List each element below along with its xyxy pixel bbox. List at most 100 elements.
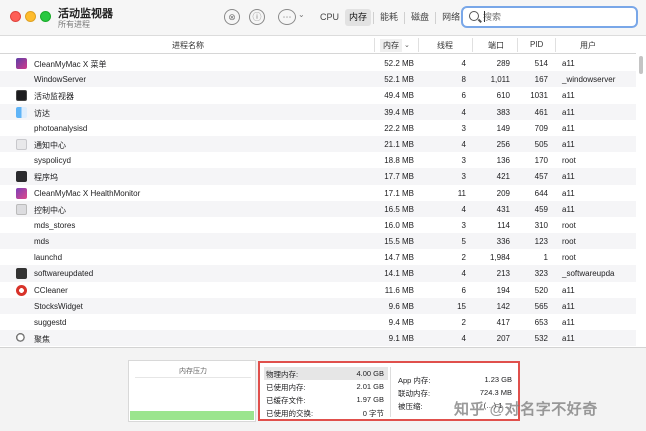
user-cell: a11	[562, 91, 575, 101]
table-row[interactable]: WindowServer 52.1 MB 8 1,011 167 _windowserve…	[0, 71, 636, 88]
stop-process-icon[interactable]: ⊗	[224, 9, 240, 25]
threads-cell: 6	[461, 91, 466, 101]
pid-cell: 310	[534, 220, 548, 230]
table-row[interactable]: 控制中心 16.5 MB 4 431 459 a11	[0, 200, 636, 217]
dock-icon	[16, 171, 27, 183]
column-divider[interactable]	[555, 38, 556, 52]
search-field[interactable]	[461, 6, 638, 28]
table-row[interactable]: suggestd 9.4 MB 2 417 653 a11	[0, 314, 636, 330]
process-name-cell: mds	[34, 237, 50, 247]
pid-cell: 514	[534, 59, 548, 68]
memory-cell: 14.7 MB	[384, 253, 414, 263]
memory-cell: 39.4 MB	[384, 107, 414, 117]
vertical-scrollbar[interactable]	[638, 54, 644, 346]
table-row[interactable]: syspolicyd 18.8 MB 3 136 170 root	[0, 152, 636, 168]
stat-label: 被压缩:	[398, 402, 423, 411]
pid-cell: 459	[534, 204, 548, 214]
memory-cell: 52.1 MB	[384, 75, 414, 85]
ports-cell: 213	[496, 269, 510, 279]
memory-cell: 15.5 MB	[384, 237, 414, 247]
user-cell: a11	[562, 139, 575, 149]
threads-cell: 3	[461, 156, 466, 166]
ports-cell: 1,984	[489, 253, 510, 263]
pid-cell: 520	[534, 285, 548, 295]
table-row[interactable]: 通知中心 21.1 MB 4 256 505 a11	[0, 135, 636, 153]
column-divider[interactable]	[374, 38, 375, 52]
softwareupdated-icon	[16, 268, 27, 280]
table-row[interactable]: launchd 14.7 MB 2 1,984 1 root	[0, 249, 636, 265]
threads-cell: 3	[461, 220, 466, 230]
column-header-user[interactable]: 用户	[580, 40, 596, 51]
control-center-icon	[16, 203, 27, 215]
user-cell: a11	[562, 172, 575, 182]
stat-value: 1.97 GB	[356, 395, 384, 404]
column-header-threads[interactable]: 线程	[437, 40, 453, 51]
memory-cell: 22.2 MB	[384, 123, 414, 133]
user-cell: a11	[562, 107, 575, 117]
pid-cell: 1	[543, 253, 548, 263]
spotlight-icon	[16, 333, 27, 345]
scrollbar-thumb[interactable]	[639, 56, 643, 74]
stat-value: 724.3 MB	[479, 388, 512, 397]
close-window-button[interactable]	[10, 11, 21, 22]
memory-pressure-bar	[130, 411, 254, 420]
ccleaner-icon	[16, 284, 27, 296]
chevron-down-icon[interactable]: ⌄	[298, 10, 305, 19]
memory-pressure-title: 内存压力	[179, 368, 207, 375]
process-name-cell: CleanMyMac X HealthMonitor	[34, 188, 141, 198]
stat-row-swap-used: 已使用的交换: 0 字节	[264, 406, 388, 419]
ports-cell: 417	[496, 318, 510, 327]
table-row[interactable]: 访达 39.4 MB 4 383 461 a11	[0, 103, 636, 120]
tab-disk[interactable]: 磁盘	[407, 9, 433, 26]
table-row[interactable]: 聚焦 9.1 MB 4 207 532 a11	[0, 330, 636, 346]
threads-cell: 4	[461, 269, 466, 279]
user-cell: root	[562, 156, 576, 166]
pid-cell: 461	[534, 107, 548, 117]
column-header-memory[interactable]: 内存	[380, 39, 402, 52]
table-row[interactable]: 活动监视器 49.4 MB 6 610 1031 a11	[0, 87, 636, 103]
memory-cell: 18.8 MB	[384, 156, 414, 166]
table-row[interactable]: CleanMyMac X 菜单 52.2 MB 4 289 514 a11	[0, 55, 636, 71]
pid-cell: 123	[534, 237, 548, 247]
column-header-ports[interactable]: 端口	[488, 40, 504, 51]
column-divider[interactable]	[517, 38, 518, 52]
memory-cell: 11.6 MB	[384, 285, 414, 295]
memory-cell: 16.0 MB	[384, 220, 414, 230]
more-options-icon[interactable]: ⋯	[278, 9, 296, 25]
column-header-name[interactable]: 进程名称	[172, 40, 204, 51]
threads-cell: 4	[461, 107, 466, 117]
threads-cell: 4	[461, 204, 466, 214]
table-row[interactable]: CleanMyMac X HealthMonitor 17.1 MB 11 209 64…	[0, 185, 636, 201]
user-cell: a11	[562, 59, 575, 68]
minimize-window-button[interactable]	[25, 11, 36, 22]
tab-energy[interactable]: 能耗	[376, 9, 402, 26]
column-divider[interactable]	[472, 38, 473, 52]
table-row[interactable]: CCleaner 11.6 MB 6 194 520 a11	[0, 282, 636, 298]
process-name-cell: mds_stores	[34, 220, 76, 230]
zoom-window-button[interactable]	[40, 11, 51, 22]
info-icon[interactable]: ⓘ	[249, 9, 265, 25]
toolbar: 活动监视器 所有进程 ⊗ ⓘ ⋯ ⌄ CPU 内存 能耗 磁盘 网络	[0, 0, 646, 36]
table-row[interactable]: mds_stores 16.0 MB 3 114 310 root	[0, 217, 636, 233]
table-row[interactable]: StocksWidget 9.6 MB 15 142 565 a11	[0, 297, 636, 314]
threads-cell: 15	[457, 301, 466, 311]
table-row[interactable]: softwareupdated 14.1 MB 4 213 323 _softwareup…	[0, 265, 636, 282]
process-name-cell: 通知中心	[34, 140, 66, 150]
user-cell: _softwareupda	[562, 269, 615, 279]
column-header-pid[interactable]: PID	[530, 40, 543, 49]
tab-cpu[interactable]: CPU	[316, 9, 343, 26]
table-row[interactable]: 程序坞 17.7 MB 3 421 457 a11	[0, 168, 636, 185]
search-input[interactable]	[483, 10, 633, 24]
memory-pressure-chart: 内存压力	[128, 360, 256, 422]
tab-memory[interactable]: 内存	[345, 9, 372, 26]
stat-label: 已使用的交换:	[266, 409, 314, 418]
pid-cell: 323	[534, 269, 548, 279]
sort-descending-icon[interactable]: ⌄	[404, 41, 410, 49]
threads-cell: 2	[461, 253, 466, 263]
process-name-cell: photoanalysisd	[34, 123, 88, 133]
table-row[interactable]: photoanalysisd 22.2 MB 3 149 709 a11	[0, 120, 636, 136]
threads-cell: 4	[461, 139, 466, 149]
table-row[interactable]: mds 15.5 MB 5 336 123 root	[0, 233, 636, 250]
column-divider[interactable]	[418, 38, 419, 52]
pid-cell: 457	[534, 172, 548, 182]
